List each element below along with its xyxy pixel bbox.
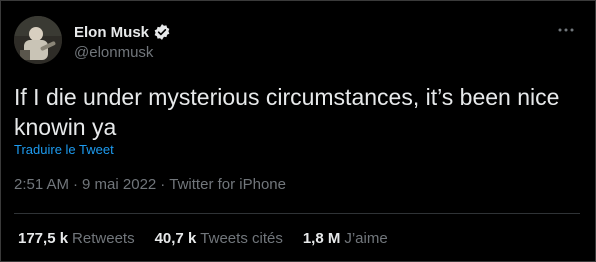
retweets-label: Retweets xyxy=(72,230,135,247)
meta-separator: · xyxy=(73,176,79,193)
quotes-count: 40,7 k xyxy=(154,230,197,247)
translate-link[interactable]: Traduire le Tweet xyxy=(14,142,114,157)
tweet-text: If I die under mysterious circumstances,… xyxy=(14,84,560,140)
avatar-image xyxy=(14,16,62,64)
tweet-source[interactable]: Twitter for iPhone xyxy=(169,176,286,193)
handle[interactable]: @elonmusk xyxy=(74,44,171,61)
verified-badge-icon xyxy=(153,23,171,41)
tweet-date[interactable]: 9 mai 2022 xyxy=(82,176,156,193)
tweet-time[interactable]: 2:51 AM xyxy=(14,176,69,193)
meta-separator: · xyxy=(160,176,166,193)
retweets-stat[interactable]: 177,5 k Retweets xyxy=(18,230,135,247)
tweet-stats: 177,5 k Retweets 40,7 k Tweets cités 1,8… xyxy=(18,230,408,247)
likes-stat[interactable]: 1,8 M J’aime xyxy=(303,230,388,247)
avatar[interactable] xyxy=(14,16,62,64)
author-names: Elon Musk @elonmusk xyxy=(74,22,171,61)
display-name-row: Elon Musk xyxy=(74,22,171,42)
quotes-label: Tweets cités xyxy=(200,230,283,247)
tweet-header: Elon Musk @elonmusk xyxy=(14,16,580,64)
divider xyxy=(14,213,580,214)
retweets-count: 177,5 k xyxy=(18,230,69,247)
likes-label: J’aime xyxy=(344,230,388,247)
more-options-icon[interactable] xyxy=(556,20,576,40)
display-name[interactable]: Elon Musk xyxy=(74,24,149,41)
likes-count: 1,8 M xyxy=(302,230,341,247)
quotes-stat[interactable]: 40,7 k Tweets cités xyxy=(155,230,283,247)
tweet-metadata: 2:51 AM · 9 mai 2022 · Twitter for iPhon… xyxy=(14,176,286,193)
